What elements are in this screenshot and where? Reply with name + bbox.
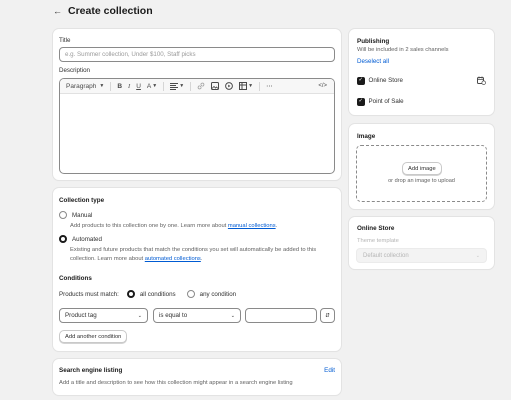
automated-option[interactable]: Automated <box>59 235 102 243</box>
title-input[interactable]: e.g. Summer collection, Under $100, Staf… <box>59 47 335 62</box>
checkbox-checked-icon[interactable]: ✓ <box>357 98 365 106</box>
chevron-down-icon: ⌄ <box>137 312 142 319</box>
manual-label: Manual <box>72 211 93 219</box>
online-store-card: Online Store Theme template Default coll… <box>349 217 494 269</box>
editor-toolbar: Paragraph ▼ B I U A ▼ ▼ ▼ ⋯ </> <box>60 79 334 94</box>
automated-help: Existing and future products that match … <box>70 246 336 264</box>
any-condition-label: any condition <box>199 290 237 298</box>
more-icon[interactable]: ⋯ <box>263 81 276 92</box>
toolbar-divider <box>163 81 165 91</box>
add-condition-label: Add another condition <box>65 333 122 340</box>
deselect-all-link[interactable]: Deselect all <box>357 58 389 65</box>
title-description-card: Title e.g. Summer collection, Under $100… <box>53 29 341 180</box>
page-header: ← Create collection <box>53 5 153 17</box>
any-condition-radio[interactable] <box>186 290 195 298</box>
seo-edit-link[interactable]: Edit <box>324 367 335 374</box>
seo-card: Search engine listing Edit Add a title a… <box>53 359 341 395</box>
paragraph-label: Paragraph <box>66 82 97 90</box>
collection-type-heading: Collection type <box>59 197 105 204</box>
toolbar-divider <box>190 81 192 91</box>
chevron-down-icon: ⌄ <box>475 252 480 259</box>
condition-stepper[interactable]: ⇵ <box>320 308 335 323</box>
title-label: Title <box>59 37 71 44</box>
channel-point-of-sale[interactable]: ✓ Point of Sale <box>357 98 404 106</box>
must-match-label: Products must match: <box>59 290 119 298</box>
image-card: Image Add image or drop an image to uplo… <box>349 124 494 209</box>
chevron-down-icon: ▼ <box>99 83 105 89</box>
page-title: Create collection <box>68 5 153 17</box>
bold-icon[interactable]: B <box>114 81 125 92</box>
publishing-subtext: Will be included in 2 sales channels <box>357 47 449 53</box>
conditions-heading: Conditions <box>59 275 92 282</box>
add-condition-button[interactable]: Add another condition <box>59 330 128 343</box>
condition-operator-value: is equal to <box>159 312 188 319</box>
text-color-icon[interactable]: A ▼ <box>144 81 160 92</box>
publishing-card: Publishing Will be included in 2 sales c… <box>349 29 494 115</box>
manual-collections-link[interactable]: manual collections <box>228 223 276 229</box>
theme-template-label: Theme template <box>357 238 399 244</box>
italic-icon[interactable]: I <box>125 81 133 92</box>
image-heading: Image <box>357 133 376 140</box>
title-placeholder: e.g. Summer collection, Under $100, Staf… <box>65 51 196 58</box>
paragraph-select[interactable]: Paragraph ▼ <box>64 81 107 92</box>
condition-field-value: Product tag <box>65 312 97 319</box>
automated-collections-link[interactable]: automated collections <box>145 256 201 262</box>
image-dropzone[interactable]: Add image or drop an image to upload <box>356 145 487 202</box>
manual-help-text: Add products to this collection one by o… <box>70 223 228 229</box>
video-icon[interactable] <box>222 81 236 92</box>
chevron-down-icon: ⌄ <box>230 312 235 319</box>
image-icon[interactable] <box>208 81 222 92</box>
all-conditions-radio[interactable] <box>126 290 135 298</box>
condition-operator-select[interactable]: is equal to ⌄ <box>153 308 241 323</box>
all-conditions-label: all conditions <box>139 290 176 298</box>
underline-icon[interactable]: U <box>133 81 144 92</box>
match-row: Products must match: all conditions any … <box>59 290 236 298</box>
seo-heading: Search engine listing <box>59 367 123 374</box>
code-view-icon[interactable]: </> <box>315 81 330 92</box>
online-store-heading: Online Store <box>357 225 395 232</box>
toolbar-divider <box>259 81 261 91</box>
theme-template-select[interactable]: Default collection ⌄ <box>356 248 487 263</box>
seo-description: Add a title and description to see how t… <box>59 380 293 386</box>
manual-help-tail: . <box>275 223 278 229</box>
drop-image-text: or drop an image to upload <box>388 178 455 184</box>
sort-arrows-icon: ⇵ <box>325 312 330 319</box>
theme-template-value: Default collection <box>363 252 409 259</box>
channel-label: Point of Sale <box>368 98 404 106</box>
automated-label: Automated <box>72 235 102 243</box>
automated-radio[interactable] <box>59 235 67 243</box>
manual-help: Add products to this collection one by o… <box>70 222 336 231</box>
table-icon[interactable]: ▼ <box>236 81 256 92</box>
add-image-label: Add image <box>408 165 436 172</box>
description-label: Description <box>59 67 90 74</box>
channel-online-store[interactable]: ✓ Online Store <box>357 77 403 85</box>
channel-label: Online Store <box>368 77 403 85</box>
automated-help-tail: . <box>200 256 203 262</box>
add-image-button[interactable]: Add image <box>402 162 442 175</box>
back-arrow-icon[interactable]: ← <box>53 6 62 16</box>
condition-value-input[interactable] <box>245 308 317 323</box>
link-icon[interactable] <box>194 81 208 92</box>
condition-field-select[interactable]: Product tag ⌄ <box>59 308 148 323</box>
checkbox-checked-icon[interactable]: ✓ <box>357 77 365 85</box>
collection-type-card: Collection type Manual Add products to t… <box>53 188 341 351</box>
align-icon[interactable]: ▼ <box>167 81 187 92</box>
toolbar-divider <box>110 81 112 91</box>
description-editor[interactable]: Paragraph ▼ B I U A ▼ ▼ ▼ ⋯ </> <box>59 78 335 174</box>
manual-radio[interactable] <box>59 211 67 219</box>
publishing-heading: Publishing <box>357 38 390 45</box>
calendar-schedule-icon[interactable] <box>477 76 486 87</box>
manual-option[interactable]: Manual <box>59 211 92 219</box>
